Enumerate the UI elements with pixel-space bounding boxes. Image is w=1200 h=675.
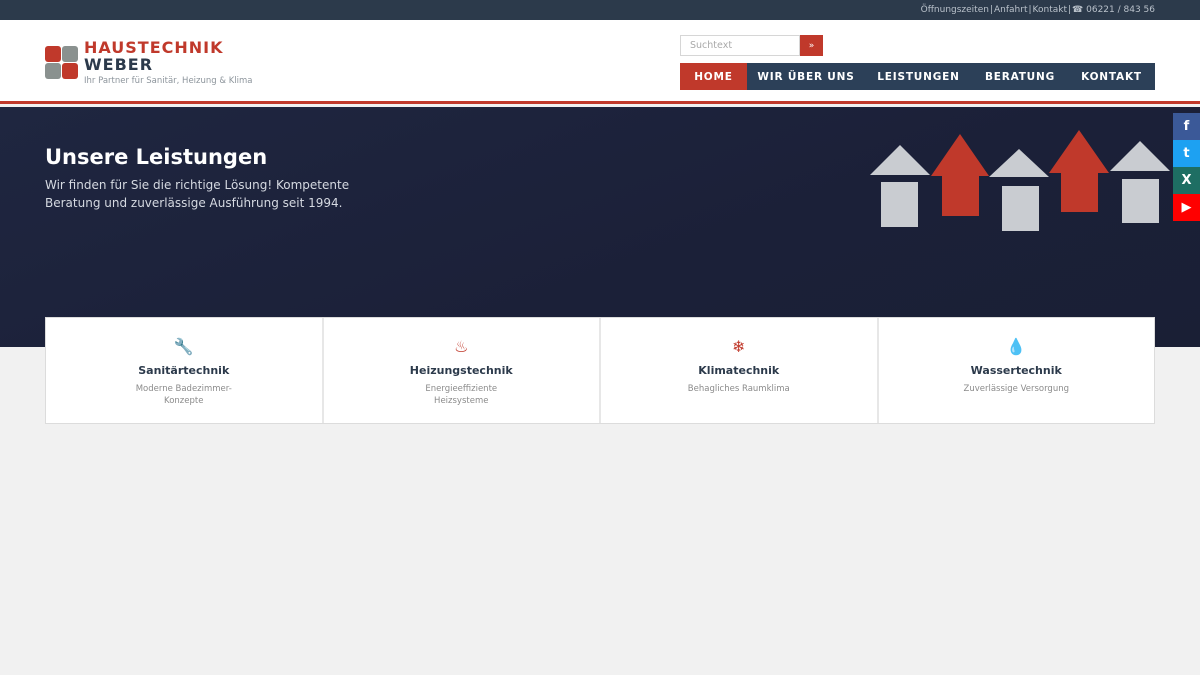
top-bar: Öffnungszeiten | Anfahrt | Kontakt | ☎ 0… — [0, 0, 1200, 20]
service-card-description: Moderne Badezimmer-Konzepte — [135, 384, 232, 406]
service-card-description: Behagliches Raumklima — [687, 384, 790, 394]
logo[interactable]: HAUSTECHNIK WEBER Ihr Partner für Sanitä… — [45, 39, 253, 86]
youtube-icon[interactable]: ▶ — [1173, 194, 1200, 221]
search-button[interactable]: » — [800, 35, 823, 56]
service-card-title: Sanitärtechnik — [138, 364, 230, 377]
logo-title-line2: WEBER — [84, 55, 154, 74]
separator: | — [1028, 5, 1032, 15]
logo-icon — [45, 46, 79, 80]
service-card-description: Energieeffiziente Heizsysteme — [425, 384, 498, 406]
facebook-icon[interactable]: f — [1173, 113, 1200, 140]
directions-link[interactable]: Anfahrt — [994, 5, 1027, 15]
logo-tagline: Ihr Partner für Sanitär, Heizung & Klima — [84, 76, 253, 86]
flame-icon: ♨ — [454, 337, 469, 356]
service-card-water[interactable]: 💧 Wassertechnik Zuverlässige Versorgung — [879, 318, 1155, 423]
service-card-heating[interactable]: ♨ Heizungstechnik Energieeffiziente Heiz… — [324, 318, 601, 423]
nav-item-services[interactable]: LEISTUNGEN — [865, 63, 972, 90]
service-card-sanitary[interactable]: 🔧 Sanitärtechnik Moderne Badezimmer-Konz… — [46, 318, 324, 423]
nav-item-contact[interactable]: KONTAKT — [1068, 63, 1155, 90]
service-card-title: Heizungstechnik — [409, 364, 513, 377]
nav-item-home[interactable]: HOME — [680, 63, 747, 90]
phone-link[interactable]: ☎ 06221 / 843 56 — [1072, 5, 1155, 15]
nav-item-consulting[interactable]: BERATUNG — [972, 63, 1068, 90]
search-form: » — [680, 35, 823, 56]
water-drop-icon: 💧 — [1006, 337, 1027, 356]
logo-title-line1: HAUSTECHNIK — [84, 38, 224, 57]
snowflake-icon: ❄ — [732, 337, 746, 356]
social-sidebar: f t X ▶ — [1173, 113, 1200, 221]
service-card-description: Zuverlässige Versorgung — [963, 384, 1070, 394]
service-card-title: Klimatechnik — [698, 364, 780, 377]
service-card-title: Wassertechnik — [970, 364, 1062, 377]
opening-hours-link[interactable]: Öffnungszeiten — [921, 5, 989, 15]
service-cards: 🔧 Sanitärtechnik Moderne Badezimmer-Konz… — [45, 317, 1155, 424]
separator: | — [1068, 5, 1072, 15]
twitter-icon[interactable]: t — [1173, 140, 1200, 167]
contact-link[interactable]: Kontakt — [1033, 5, 1067, 15]
hero-title: Unsere Leistungen — [45, 145, 268, 169]
site-header: HAUSTECHNIK WEBER Ihr Partner für Sanitä… — [0, 20, 1200, 104]
search-input[interactable] — [680, 35, 800, 56]
houses-illustration — [870, 130, 1170, 231]
nav-item-about[interactable]: WIR ÜBER UNS — [747, 63, 865, 90]
service-card-climate[interactable]: ❄ Klimatechnik Behagliches Raumklima — [601, 318, 879, 423]
xing-icon[interactable]: X — [1173, 167, 1200, 194]
hero-subtitle: Wir finden für Sie die richtige Lösung! … — [45, 178, 350, 210]
hero-banner: Unsere Leistungen Wir finden für Sie die… — [0, 107, 1200, 347]
separator: | — [989, 5, 994, 15]
main-nav: HOME WIR ÜBER UNS LEISTUNGEN BERATUNG KO… — [680, 63, 1155, 90]
wrench-icon: 🔧 — [173, 337, 194, 356]
